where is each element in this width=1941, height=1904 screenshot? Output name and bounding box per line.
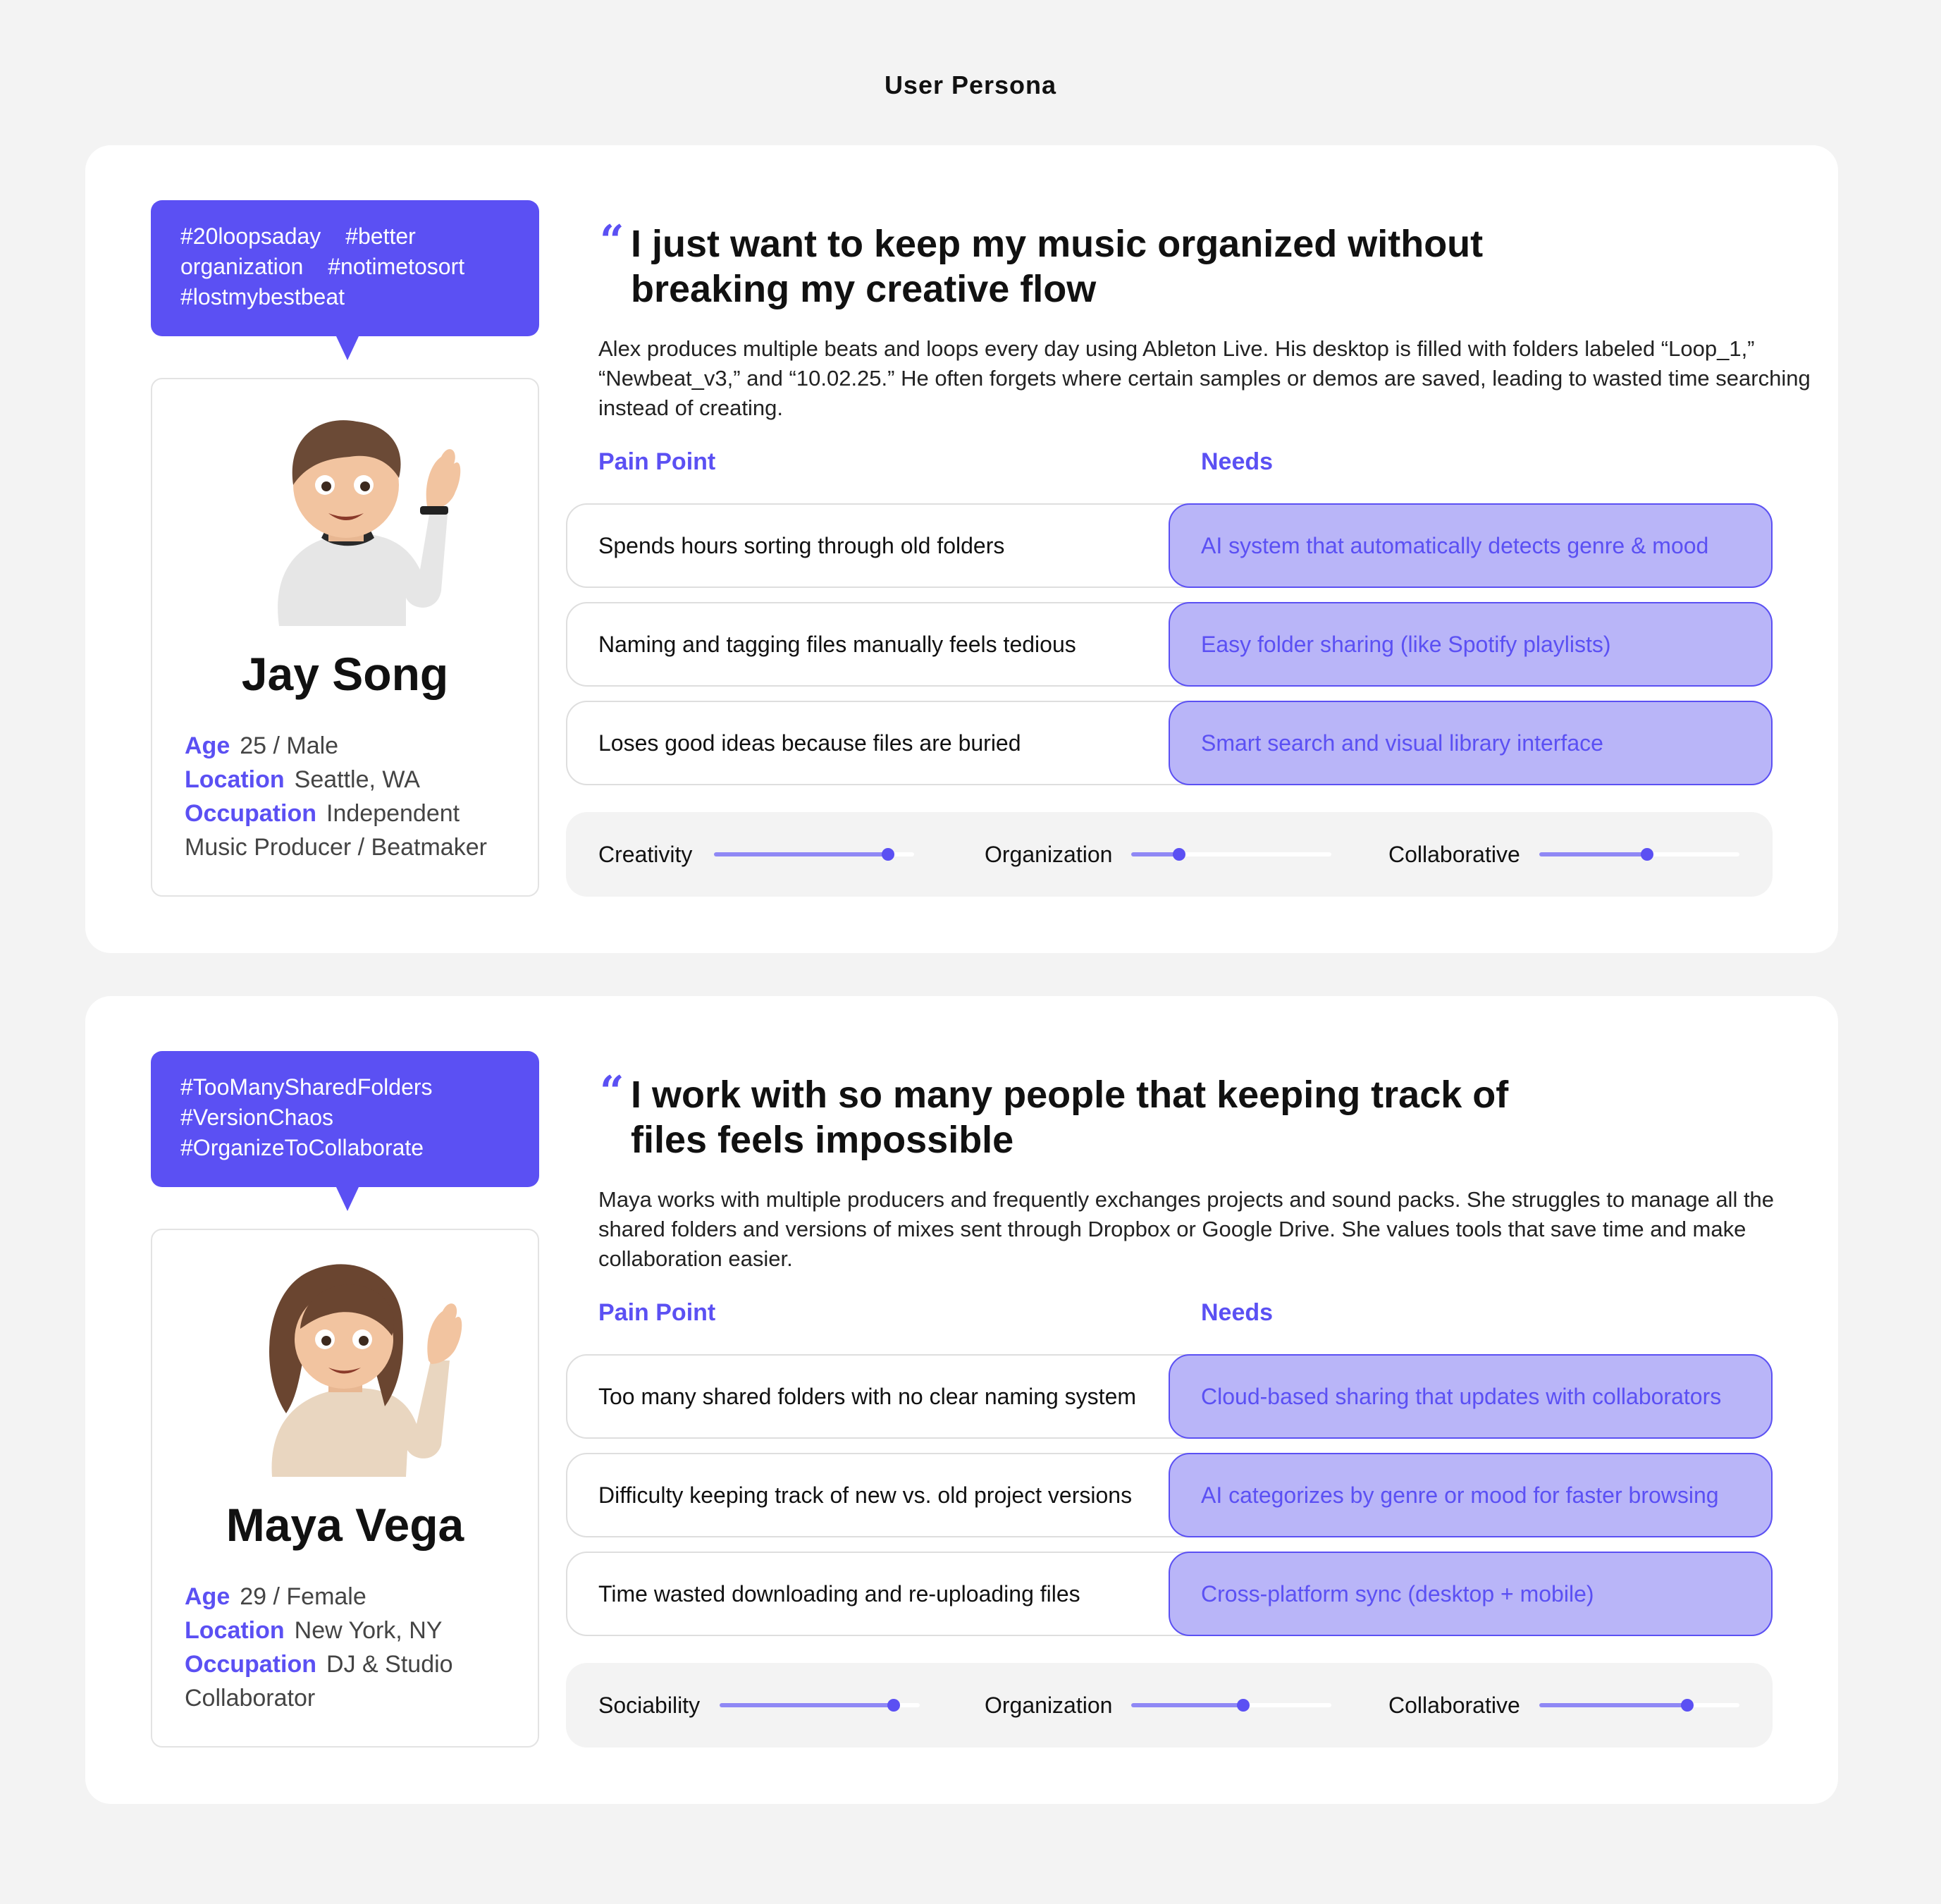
age-value: 25 / Male <box>240 732 339 759</box>
pain-point-text: Time wasted downloading and re-uploading… <box>598 1581 1080 1607</box>
pain-need-row: Loses good ideas because files are burie… <box>566 701 1773 785</box>
pain-point-text: Too many shared folders with no clear na… <box>598 1384 1137 1409</box>
trait-label: Creativity <box>598 842 693 867</box>
hashtag: #TooManySharedFolders <box>180 1074 433 1100</box>
persona-quote: I just want to keep my music organized w… <box>631 223 1484 310</box>
need-box: Smart search and visual library interfac… <box>1169 701 1773 785</box>
slider-track[interactable] <box>1131 1699 1331 1712</box>
slider-track[interactable] <box>1539 1699 1739 1712</box>
needs-header: Needs <box>1201 448 1274 475</box>
quote-icon: “ <box>600 216 624 266</box>
trait-sliders: Creativity Organization Collaborative <box>566 812 1773 897</box>
occupation-label: Occupation <box>185 800 317 827</box>
slider-fill <box>1131 1703 1244 1707</box>
trait-label: Sociability <box>598 1693 701 1718</box>
need-box: AI categorizes by genre or mood for fast… <box>1169 1453 1773 1537</box>
persona-description: Alex produces multiple beats and loops e… <box>598 336 1811 420</box>
pain-point-header: Pain Point <box>598 1299 716 1326</box>
persona-name: Maya Vega <box>226 1499 464 1551</box>
trait-sliders: Sociability Organization Collaborative <box>566 1663 1773 1748</box>
slider-handle[interactable] <box>1681 1699 1694 1712</box>
need-text: AI system that automatically detects gen… <box>1201 533 1709 558</box>
persona-quote: I work with so many people that keeping … <box>631 1074 1509 1161</box>
need-text: Smart search and visual library interfac… <box>1201 730 1603 756</box>
age-value: 29 / Female <box>240 1583 366 1610</box>
hashtag: #20loopsaday <box>180 223 321 249</box>
slider-fill <box>1131 852 1180 856</box>
trait-label: Collaborative <box>1388 842 1520 867</box>
need-box: Easy folder sharing (like Spotify playli… <box>1169 602 1773 687</box>
memoji-boy-waving-icon <box>278 420 461 626</box>
location-label: Location <box>185 766 285 793</box>
need-text: AI categorizes by genre or mood for fast… <box>1201 1482 1719 1508</box>
slider-track[interactable] <box>1131 848 1331 861</box>
slider-handle[interactable] <box>887 1699 901 1712</box>
hashtag-bubble: #20loopsaday #better organization #notim… <box>151 200 539 360</box>
slider-track[interactable] <box>714 848 914 861</box>
pain-need-row: Spends hours sorting through old folders… <box>566 503 1773 588</box>
need-text: Cloud-based sharing that updates with co… <box>1201 1384 1722 1409</box>
slider-fill <box>720 1703 894 1707</box>
slider-fill <box>1539 852 1648 856</box>
persona-description: Maya works with multiple producers and f… <box>598 1187 1775 1271</box>
needs-header: Needs <box>1201 1299 1274 1326</box>
pain-point-text: Naming and tagging files manually feels … <box>598 632 1076 657</box>
age-label: Age <box>185 732 230 759</box>
need-box: AI system that automatically detects gen… <box>1169 503 1773 588</box>
hashtag: #VersionChaos <box>180 1105 334 1130</box>
occupation-label: Occupation <box>185 1651 317 1678</box>
need-text: Cross-platform sync (desktop + mobile) <box>1201 1581 1594 1607</box>
need-box: Cloud-based sharing that updates with co… <box>1169 1354 1773 1439</box>
slider-handle[interactable] <box>1237 1699 1250 1712</box>
need-box: Cross-platform sync (desktop + mobile) <box>1169 1552 1773 1636</box>
trait-label: Collaborative <box>1388 1693 1520 1718</box>
persona-name: Jay Song <box>241 648 449 700</box>
page-title: User Persona <box>884 70 1057 99</box>
slider-handle[interactable] <box>1173 848 1186 861</box>
pain-point-text: Difficulty keeping track of new vs. old … <box>598 1482 1133 1508</box>
location-value: Seattle, WA <box>294 766 420 793</box>
age-label: Age <box>185 1583 230 1610</box>
location-value: New York, NY <box>294 1617 443 1644</box>
pain-need-row: Too many shared folders with no clear na… <box>566 1354 1773 1439</box>
persona-info: Age 25 / Male Location Seattle, WA Occupat… <box>185 729 517 864</box>
trait-label: Organization <box>985 842 1113 867</box>
location-label: Location <box>185 1617 285 1644</box>
slider-handle[interactable] <box>1641 848 1654 861</box>
pain-need-row: Time wasted downloading and re-uploading… <box>566 1552 1773 1636</box>
memoji-girl-waving-icon <box>269 1264 462 1477</box>
hashtag: #lostmybestbeat <box>180 284 345 309</box>
pain-point-header: Pain Point <box>598 448 716 475</box>
pain-need-row: Difficulty keeping track of new vs. old … <box>566 1453 1773 1537</box>
hashtag: #OrganizeToCollaborate <box>180 1135 424 1160</box>
persona-card: #20loopsaday #better organization #notim… <box>85 145 1838 953</box>
profile-card: Jay Song Age 25 / Male Location Seattle, W… <box>151 378 539 897</box>
persona-info: Age 29 / Female Location New York, NY Occu… <box>185 1580 517 1715</box>
slider-fill <box>714 852 889 856</box>
quote-icon: “ <box>600 1067 624 1117</box>
profile-card: Maya Vega Age 29 / Female Location New Yor… <box>151 1229 539 1748</box>
pain-point-text: Spends hours sorting through old folders <box>598 533 1005 558</box>
slider-handle[interactable] <box>882 848 895 861</box>
pain-point-text: Loses good ideas because files are burie… <box>598 730 1021 756</box>
slider-track[interactable] <box>1539 848 1739 861</box>
slider-track[interactable] <box>720 1699 920 1712</box>
hashtag: #notimetosort <box>328 254 465 279</box>
pain-need-row: Naming and tagging files manually feels … <box>566 602 1773 687</box>
trait-label: Organization <box>985 1693 1113 1718</box>
persona-card: #TooManySharedFolders #VersionChaos #Org… <box>85 996 1838 1804</box>
need-text: Easy folder sharing (like Spotify playli… <box>1201 632 1611 657</box>
hashtag-bubble: #TooManySharedFolders #VersionChaos #Org… <box>151 1051 539 1211</box>
slider-fill <box>1539 1703 1688 1707</box>
